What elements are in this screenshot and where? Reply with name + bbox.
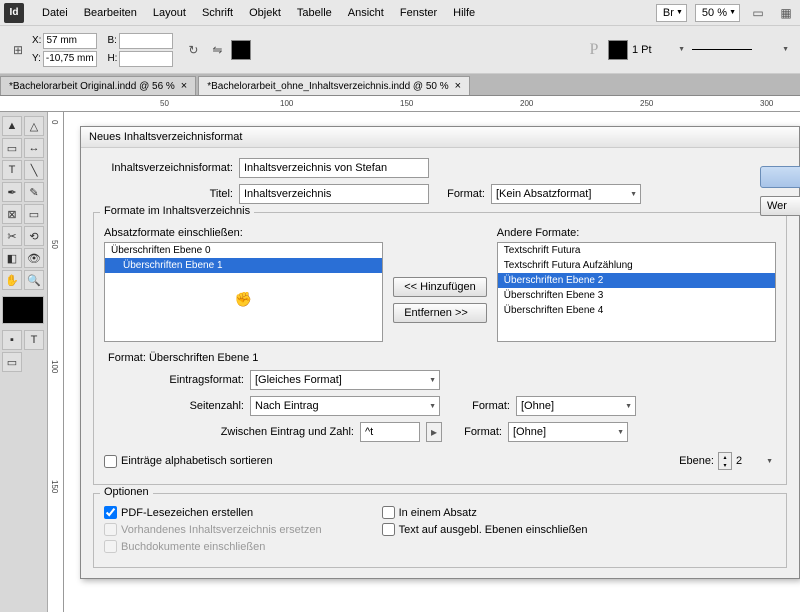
dialog-title: Neues Inhaltsverzeichnisformat	[81, 127, 799, 148]
replace-checkbox	[104, 523, 117, 536]
type-tool[interactable]: T	[2, 160, 22, 180]
h-input[interactable]	[119, 51, 173, 67]
arrange-icon[interactable]: ▦	[776, 3, 796, 23]
eyedropper-tool[interactable]: 👁	[24, 248, 44, 268]
format2-label: Format:	[435, 188, 485, 200]
frame-tool[interactable]: ⊠	[2, 204, 22, 224]
zoom-select[interactable]: 50 %	[695, 4, 740, 22]
between-format-select[interactable]: [Ohne]	[508, 422, 628, 442]
line-tool[interactable]: ╲	[24, 160, 44, 180]
stroke-swatch[interactable]	[608, 40, 628, 60]
page-format-select[interactable]: [Ohne]	[516, 396, 636, 416]
pdf-checkbox[interactable]	[104, 506, 117, 519]
entry-format-select[interactable]: [Gleiches Format]	[250, 370, 440, 390]
fewer-options-button[interactable]: Wer	[760, 196, 800, 216]
menu-tabelle[interactable]: Tabelle	[289, 3, 340, 23]
include-listbox[interactable]: Überschriften Ebene 0 Überschriften Eben…	[104, 242, 383, 342]
toc-dialog: Neues Inhaltsverzeichnisformat Inhaltsve…	[80, 126, 800, 579]
format-label: Inhaltsverzeichnisformat:	[93, 162, 233, 174]
page-select[interactable]: Nach Eintrag	[250, 396, 440, 416]
options-fieldset: Optionen PDF-Lesezeichen erstellen Vorha…	[93, 493, 787, 568]
ruler-horizontal: 50 100 150 200 250 300	[0, 96, 800, 112]
between-input[interactable]	[360, 422, 420, 442]
gap-tool[interactable]: ↔	[24, 138, 44, 158]
menu-objekt[interactable]: Objekt	[241, 3, 289, 23]
fill-stroke[interactable]	[2, 296, 44, 324]
hand-cursor-icon: ✊	[105, 291, 382, 308]
rect-tool[interactable]: ▭	[24, 204, 44, 224]
section-format-label: Format: Überschriften Ebene 1	[108, 352, 776, 364]
apply-none[interactable]: T	[24, 330, 44, 350]
close-icon[interactable]: ×	[455, 80, 461, 92]
list-item[interactable]: Überschriften Ebene 3	[498, 288, 775, 303]
pen-tool[interactable]: ✒	[2, 182, 22, 202]
page-tool[interactable]: ▭	[2, 138, 22, 158]
sort-checkbox[interactable]	[104, 455, 117, 468]
tab-0[interactable]: *Bachelorarbeit Original.indd @ 56 %×	[0, 76, 196, 95]
list-item[interactable]: Überschriften Ebene 1	[105, 258, 382, 273]
menu-bearbeiten[interactable]: Bearbeiten	[76, 3, 145, 23]
list-item[interactable]: Überschriften Ebene 4	[498, 303, 775, 318]
selection-tool[interactable]: ▲	[2, 116, 22, 136]
title-input[interactable]	[239, 184, 429, 204]
x-input[interactable]	[43, 33, 97, 49]
level-stepper[interactable]: ▴▾	[718, 452, 732, 470]
list-item[interactable]: Textschrift Futura	[498, 243, 775, 258]
apply-color[interactable]: ▪	[2, 330, 22, 350]
menu-schrift[interactable]: Schrift	[194, 3, 241, 23]
gradient-tool[interactable]: ◧	[2, 248, 22, 268]
para-checkbox[interactable]	[382, 506, 395, 519]
list-item[interactable]: Überschriften Ebene 2	[498, 273, 775, 288]
other-label: Andere Formate:	[497, 227, 776, 239]
stroke-weight[interactable]: 1 Pt	[632, 44, 688, 56]
view-mode[interactable]: ▭	[2, 352, 22, 372]
close-icon[interactable]: ×	[181, 80, 187, 92]
menu-layout[interactable]: Layout	[145, 3, 194, 23]
ruler-vertical: 0 50 100 150	[48, 112, 64, 612]
app-icon: Id	[4, 3, 24, 23]
remove-button[interactable]: Entfernen >>	[393, 303, 487, 323]
other-listbox[interactable]: Textschrift Futura Textschrift Futura Au…	[497, 242, 776, 342]
scissors-tool[interactable]: ✂	[2, 226, 22, 246]
screen-mode-icon[interactable]: ▭	[748, 3, 768, 23]
menu-datei[interactable]: Datei	[34, 3, 76, 23]
toolbox: ▲△ ▭↔ T╲ ✒✎ ⊠▭ ✂⟲ ◧👁 ✋🔍 ▪T ▭	[0, 112, 48, 612]
list-item[interactable]: Überschriften Ebene 0	[105, 243, 382, 258]
format-input[interactable]	[239, 158, 429, 178]
dialog-side-buttons: Wer	[760, 166, 800, 216]
title-label: Titel:	[93, 188, 233, 200]
list-item[interactable]: Textschrift Futura Aufzählung	[498, 258, 775, 273]
transform-tool[interactable]: ⟲	[24, 226, 44, 246]
bridge-button[interactable]: Br	[656, 4, 687, 22]
menu-fenster[interactable]: Fenster	[392, 3, 445, 23]
reference-point-icon[interactable]: ⊞	[8, 40, 28, 60]
ok-button[interactable]	[760, 166, 800, 188]
flyout-icon[interactable]: ▸	[426, 422, 442, 442]
tab-1[interactable]: *Bachelorarbeit_ohne_Inhaltsverzeichnis.…	[198, 76, 470, 95]
menubar: Id Datei Bearbeiten Layout Schrift Objek…	[0, 0, 800, 26]
include-label: Absatzformate einschließen:	[104, 227, 383, 239]
control-bar: ⊞ X: Y: B: H: ↻ ⇋ P 1 Pt	[0, 26, 800, 74]
p-icon[interactable]: P	[584, 40, 604, 60]
y-input[interactable]	[43, 51, 97, 67]
menu-ansicht[interactable]: Ansicht	[340, 3, 392, 23]
w-input[interactable]	[119, 33, 173, 49]
hidden-checkbox[interactable]	[382, 523, 395, 536]
menu-hilfe[interactable]: Hilfe	[445, 3, 483, 23]
level-select[interactable]: 2	[736, 455, 776, 467]
add-button[interactable]: << Hinzufügen	[393, 277, 487, 297]
formats-fieldset: Formate im Inhaltsverzeichnis Absatzform…	[93, 212, 787, 485]
document-tabs: *Bachelorarbeit Original.indd @ 56 %× *B…	[0, 74, 800, 96]
fill-swatch[interactable]	[231, 40, 251, 60]
book-checkbox	[104, 540, 117, 553]
zoom-tool[interactable]: 🔍	[24, 270, 44, 290]
direct-select-tool[interactable]: △	[24, 116, 44, 136]
pencil-tool[interactable]: ✎	[24, 182, 44, 202]
format2-select[interactable]: [Kein Absatzformat]	[491, 184, 641, 204]
flip-h-icon[interactable]: ⇋	[207, 40, 227, 60]
rotate-icon[interactable]: ↻	[183, 40, 203, 60]
stroke-style[interactable]	[692, 49, 792, 50]
hand-tool[interactable]: ✋	[2, 270, 22, 290]
